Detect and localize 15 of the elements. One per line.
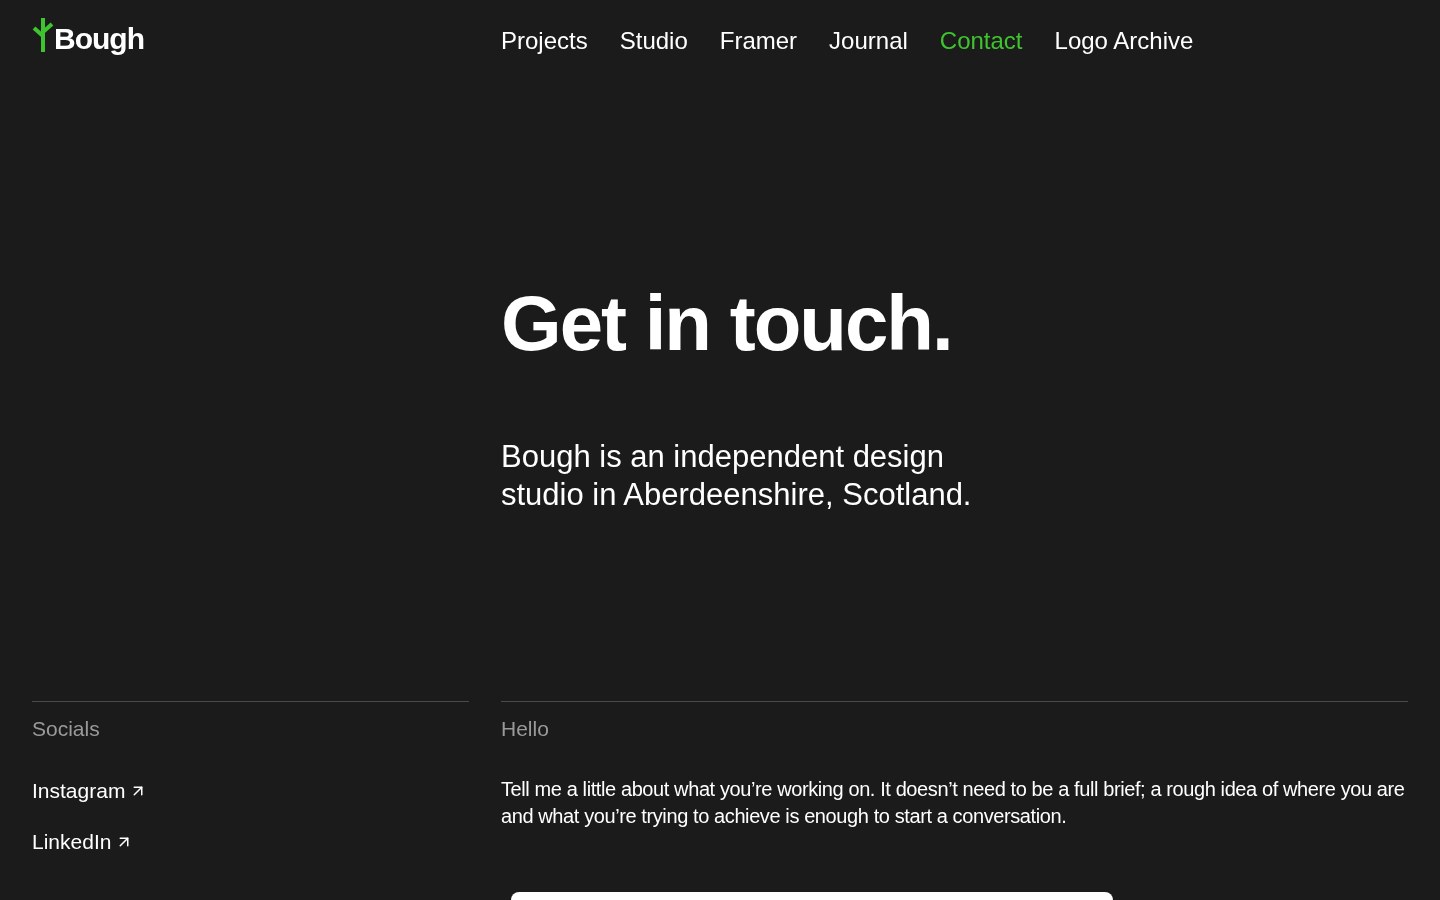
- logo-sprout-icon: [32, 16, 54, 52]
- nav-link[interactable]: Journal: [829, 26, 908, 82]
- nav-link[interactable]: Projects: [501, 26, 588, 82]
- hello-text: Tell me a little about what you’re working on. It doesn’t need to be a full brief; a rough idea of where you are and what you’re trying to achieve is enough to start a conversation.: [501, 777, 1406, 829]
- nav-link[interactable]: Contact: [939, 26, 1023, 82]
- socials-heading: Socials: [32, 716, 101, 742]
- nav-link[interactable]: Framer: [719, 26, 798, 82]
- logo-wordmark[interactable]: Bough: [54, 24, 144, 54]
- social-link[interactable]: Instagram: [32, 777, 148, 804]
- social-link[interactable]: LinkedIn: [32, 828, 134, 855]
- hello-heading: Hello: [501, 716, 550, 742]
- page-heading: Get in touch.: [501, 278, 953, 368]
- intro-text: Bough is an independent design studio in Aberdeenshire, Scotland.: [501, 438, 973, 514]
- nav-link[interactable]: Logo Archive: [1054, 26, 1194, 82]
- nav-link[interactable]: Studio: [619, 26, 688, 82]
